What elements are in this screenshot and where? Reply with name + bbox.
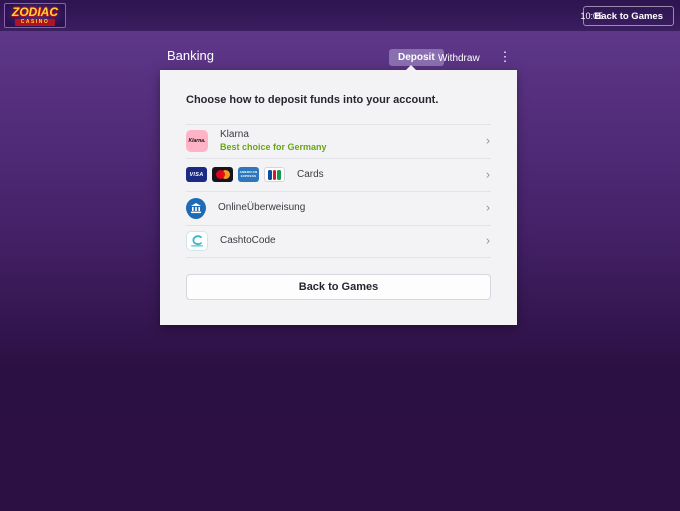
chevron-right-icon: › <box>486 234 490 248</box>
zodiac-casino-logo[interactable]: ZODIAC CASINO <box>4 3 66 28</box>
method-name: CashtoCode <box>220 235 276 248</box>
payment-method-list: Klarna. Klarna Best choice for Germany ›… <box>186 124 491 258</box>
kebab-menu-icon[interactable]: ⋮ <box>498 48 512 65</box>
top-header-bar: ZODIAC CASINO 10:05 Back to Games <box>0 0 680 31</box>
chevron-right-icon: › <box>486 167 490 181</box>
tab-deposit[interactable]: Deposit <box>389 49 444 66</box>
bank-icon <box>186 198 206 218</box>
cards-labels: Cards <box>297 169 324 182</box>
visa-icon: VISA <box>186 167 207 182</box>
tab-withdraw[interactable]: Withdraw <box>438 53 480 64</box>
method-name: Klarna <box>220 129 327 142</box>
payment-method-cashtocode[interactable]: CashtoCode › <box>186 225 491 259</box>
card-brand-icons: VISA AMERICAN EXPRESS <box>186 167 290 182</box>
banking-page: ZODIAC CASINO 10:05 Back to Games Bankin… <box>0 0 680 511</box>
onlineueberweisung-labels: OnlineÜberweisung <box>218 202 305 215</box>
klarna-labels: Klarna Best choice for Germany <box>220 129 327 153</box>
modal-heading: Choose how to deposit funds into your ac… <box>186 94 438 106</box>
header-back-to-games-button[interactable]: Back to Games <box>583 6 674 26</box>
logo-text-zodiac: ZODIAC <box>12 6 58 18</box>
chevron-right-icon: › <box>486 201 490 215</box>
klarna-icon: Klarna. <box>186 130 208 152</box>
amex-icon: AMERICAN EXPRESS <box>238 167 259 182</box>
cashtocode-icon <box>186 231 208 251</box>
method-subtitle: Best choice for Germany <box>220 142 327 153</box>
modal-back-to-games-button[interactable]: Back to Games <box>186 274 491 300</box>
mastercard-icon <box>212 167 233 182</box>
page-title: Banking <box>167 48 214 63</box>
cashtocode-labels: CashtoCode <box>220 235 276 248</box>
method-name: Cards <box>297 169 324 182</box>
method-name: OnlineÜberweisung <box>218 202 305 215</box>
chevron-right-icon: › <box>486 134 490 148</box>
deposit-modal: Choose how to deposit funds into your ac… <box>160 70 517 325</box>
logo-text-casino: CASINO <box>15 19 55 26</box>
modal-caret <box>406 65 416 70</box>
payment-method-cards[interactable]: VISA AMERICAN EXPRESS Cards › <box>186 158 491 192</box>
jcb-icon <box>264 167 285 182</box>
payment-method-klarna[interactable]: Klarna. Klarna Best choice for Germany › <box>186 124 491 158</box>
payment-method-onlineueberweisung[interactable]: OnlineÜberweisung › <box>186 191 491 225</box>
